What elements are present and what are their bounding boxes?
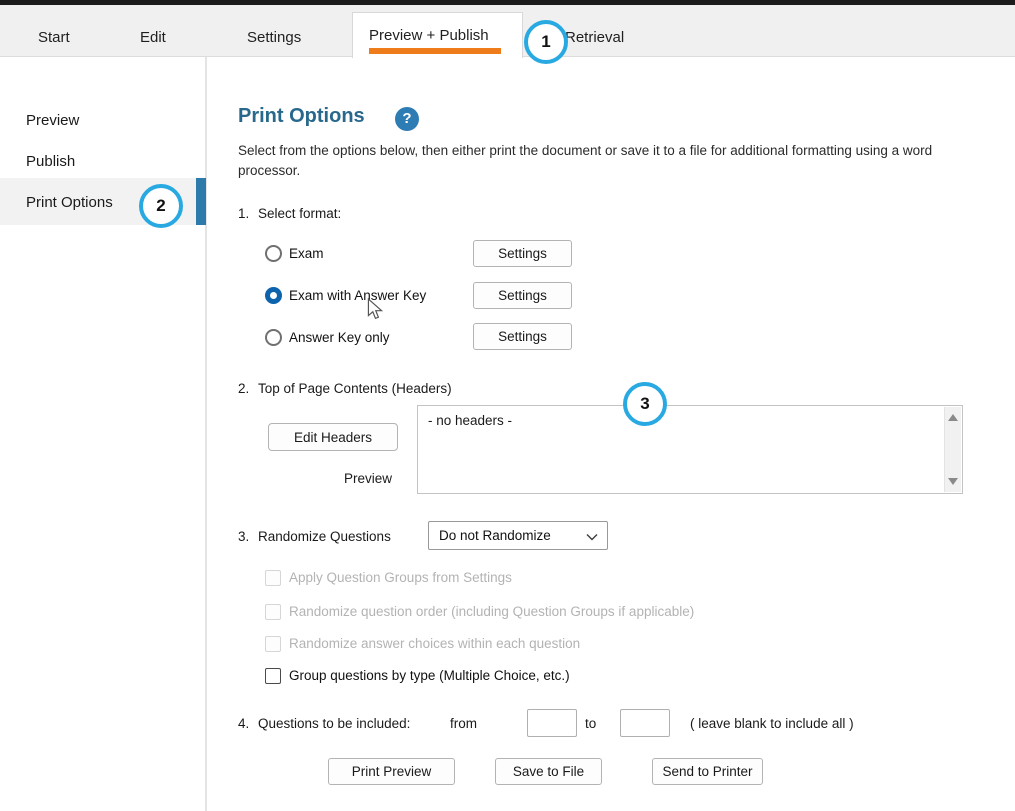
settings-button-answer-key[interactable]: Settings bbox=[473, 323, 572, 350]
active-tab-label: Preview + Publish bbox=[369, 27, 489, 44]
settings-button-exam[interactable]: Settings bbox=[473, 240, 572, 267]
send-to-printer-button[interactable]: Send to Printer bbox=[652, 758, 763, 785]
headers-preview-scrollbar[interactable] bbox=[944, 407, 961, 492]
headers-preview-content: - no headers - bbox=[428, 413, 512, 428]
tab-retrieval[interactable]: Retrieval bbox=[565, 29, 624, 46]
checkbox-randomize-question-order-label: Randomize question order (including Ques… bbox=[289, 604, 694, 619]
save-to-file-button[interactable]: Save to File bbox=[495, 758, 602, 785]
headers-preview-box[interactable]: - no headers - bbox=[417, 405, 963, 494]
app-window: Start Edit Settings Retrieval Preview + … bbox=[0, 0, 1015, 811]
active-tab-underline bbox=[369, 48, 501, 54]
scroll-up-icon[interactable] bbox=[948, 414, 958, 421]
range-to-label: to bbox=[585, 716, 596, 731]
range-hint: ( leave blank to include all ) bbox=[690, 716, 854, 731]
print-preview-button[interactable]: Print Preview bbox=[328, 758, 455, 785]
tab-preview-publish[interactable]: Preview + Publish bbox=[352, 12, 523, 58]
headers-section-label: Top of Page Contents (Headers) bbox=[258, 381, 452, 396]
help-icon[interactable]: ? bbox=[395, 107, 419, 131]
checkbox-group-questions-by-type[interactable] bbox=[265, 668, 281, 684]
page-description: Select from the options below, then eith… bbox=[238, 141, 990, 181]
range-from-label: from bbox=[450, 716, 477, 731]
annotation-2-number: 2 bbox=[156, 196, 165, 216]
tab-bar: Start Edit Settings Retrieval Preview + … bbox=[0, 5, 1015, 57]
format-section-number: 1. bbox=[238, 206, 249, 221]
checkbox-apply-question-groups-label: Apply Question Groups from Settings bbox=[289, 570, 512, 585]
checkbox-group-questions-by-type-label: Group questions by type (Multiple Choice… bbox=[289, 668, 570, 683]
settings-button-exam-with-key[interactable]: Settings bbox=[473, 282, 572, 309]
range-from-input[interactable] bbox=[527, 709, 577, 737]
chevron-down-icon bbox=[586, 533, 598, 541]
radio-exam[interactable] bbox=[265, 245, 282, 262]
range-section-number: 4. bbox=[238, 716, 249, 731]
annotation-3-number: 3 bbox=[640, 394, 649, 414]
range-section-label: Questions to be included: bbox=[258, 716, 410, 731]
format-section-label: Select format: bbox=[258, 206, 341, 221]
radio-exam-with-answer-key-label: Exam with Answer Key bbox=[289, 288, 426, 303]
page-title: Print Options bbox=[238, 105, 365, 128]
checkbox-randomize-question-order bbox=[265, 604, 281, 620]
scroll-down-icon[interactable] bbox=[948, 478, 958, 485]
randomize-section-number: 3. bbox=[238, 529, 249, 544]
edit-headers-button[interactable]: Edit Headers bbox=[268, 423, 398, 451]
radio-answer-key-only[interactable] bbox=[265, 329, 282, 346]
randomize-section-label: Randomize Questions bbox=[258, 529, 391, 544]
checkbox-randomize-answer-choices-label: Randomize answer choices within each que… bbox=[289, 636, 580, 651]
radio-exam-label: Exam bbox=[289, 246, 324, 261]
annotation-1-number: 1 bbox=[541, 32, 550, 52]
checkbox-randomize-answer-choices bbox=[265, 636, 281, 652]
tab-edit[interactable]: Edit bbox=[140, 29, 166, 46]
randomize-dropdown-value: Do not Randomize bbox=[439, 528, 551, 543]
print-options-panel: Print Options ? Select from the options … bbox=[0, 57, 1015, 811]
annotation-circle-1: 1 bbox=[524, 20, 568, 64]
checkbox-apply-question-groups bbox=[265, 570, 281, 586]
tab-settings[interactable]: Settings bbox=[247, 29, 301, 46]
annotation-circle-3: 3 bbox=[623, 382, 667, 426]
radio-exam-with-answer-key[interactable] bbox=[265, 287, 282, 304]
annotation-circle-2: 2 bbox=[139, 184, 183, 228]
headers-preview-label: Preview bbox=[292, 471, 392, 486]
mouse-cursor-icon bbox=[367, 298, 383, 321]
tab-start[interactable]: Start bbox=[38, 29, 70, 46]
sidebar-selected-accent-bar bbox=[196, 178, 206, 225]
randomize-dropdown[interactable]: Do not Randomize bbox=[428, 521, 608, 550]
headers-section-number: 2. bbox=[238, 381, 249, 396]
range-to-input[interactable] bbox=[620, 709, 670, 737]
radio-answer-key-only-label: Answer Key only bbox=[289, 330, 390, 345]
